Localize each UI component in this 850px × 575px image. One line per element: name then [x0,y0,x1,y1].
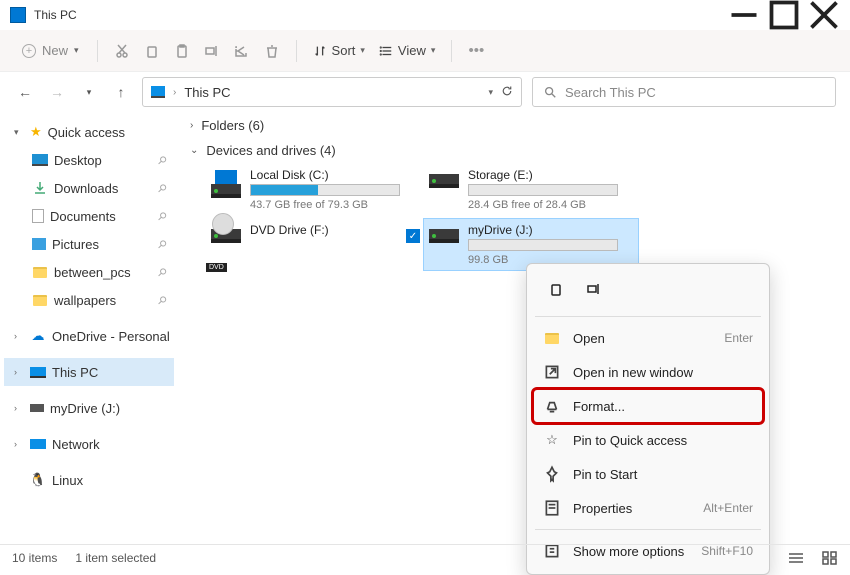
separator [535,316,761,317]
search-box[interactable]: Search This PC [532,77,836,107]
desktop-icon [32,154,48,166]
cut-icon[interactable] [108,37,136,65]
star-icon: ☆ [543,432,561,448]
drive-local-disk-c[interactable]: Local Disk (C:)43.7 GB free of 79.3 GB [206,164,420,215]
status-bar: 10 items 1 item selected [0,544,850,570]
more-icon[interactable]: ••• [462,37,490,65]
toolbar: +New▾ Sort▾ View▾ ••• [0,30,850,72]
drive-dvd-f[interactable]: DVD DVD Drive (F:) [206,219,420,270]
separator [451,40,452,62]
ctx-copy-button[interactable] [541,274,571,304]
ctx-format[interactable]: Format... [533,389,763,423]
pin-icon: ⚲ [155,209,170,224]
ctx-pin-quick[interactable]: ☆Pin to Quick access [533,423,763,457]
search-icon [543,85,557,99]
folder-open-icon [543,333,561,344]
new-button[interactable]: +New▾ [14,39,87,62]
status-selected: 1 item selected [75,551,156,565]
sort-button[interactable]: Sort▾ [307,39,371,62]
ctx-open[interactable]: OpenEnter [533,321,763,355]
separator [296,40,297,62]
folder-icon [32,293,48,307]
drive-storage-e[interactable]: Storage (E:)28.4 GB free of 28.4 GB [424,164,638,215]
sidebar-item-desktop[interactable]: Desktop⚲ [4,146,174,174]
nav-row: ← → ▾ ↑ › This PC ▾ Search This PC [0,72,850,112]
sidebar-item-downloads[interactable]: Downloads⚲ [4,174,174,202]
app-icon [10,7,26,23]
pin-icon [543,465,561,483]
linux-icon: 🐧 [30,473,46,487]
windows-drive-icon [210,168,242,194]
breadcrumb-location[interactable]: This PC [184,85,230,100]
separator [97,40,98,62]
up-button[interactable]: ↑ [110,81,132,103]
sidebar-item-between-pcs[interactable]: between_pcs⚲ [4,258,174,286]
sidebar-mydrive[interactable]: ›myDrive (J:) [4,394,174,422]
sidebar-linux[interactable]: ›🐧Linux [4,466,174,494]
separator [535,529,761,530]
pc-icon [30,367,46,378]
sidebar: ▾★Quick access Desktop⚲ Downloads⚲ Docum… [0,112,178,562]
sidebar-onedrive[interactable]: ›☁OneDrive - Personal [4,322,174,350]
address-bar[interactable]: › This PC ▾ [142,77,522,107]
pin-icon: ⚲ [155,293,170,308]
titlebar: This PC [0,0,850,30]
forward-button[interactable]: → [46,81,68,103]
group-drives[interactable]: ⌄Devices and drives (4) [182,139,846,164]
network-icon [30,439,46,449]
search-placeholder: Search This PC [565,85,656,100]
checkbox-checked-icon[interactable]: ✓ [406,229,420,243]
maximize-button[interactable] [764,0,804,30]
refresh-button[interactable] [501,85,513,100]
format-icon [543,397,561,415]
delete-icon[interactable] [258,37,286,65]
ctx-properties[interactable]: PropertiesAlt+Enter [533,491,763,525]
breadcrumb-sep: › [173,87,176,98]
copy-icon[interactable] [138,37,166,65]
sidebar-network[interactable]: ›Network [4,430,174,458]
sidebar-this-pc[interactable]: ›This PC [4,358,174,386]
properties-icon [543,499,561,517]
downloads-icon [32,181,48,195]
folder-icon [32,265,48,279]
drive-icon [30,404,44,412]
recent-button[interactable]: ▾ [78,81,100,103]
group-folders[interactable]: ›Folders (6) [182,114,846,139]
ctx-pin-start[interactable]: Pin to Start [533,457,763,491]
hdd-icon [428,223,460,249]
paste-icon[interactable] [168,37,196,65]
sidebar-item-pictures[interactable]: Pictures⚲ [4,230,174,258]
icon-view-button[interactable] [822,551,838,565]
ctx-open-new-window[interactable]: Open in new window [533,355,763,389]
rename-icon[interactable] [198,37,226,65]
onedrive-icon: ☁ [30,329,46,343]
close-button[interactable] [804,0,844,30]
hdd-icon [428,168,460,194]
sidebar-quick-access[interactable]: ▾★Quick access [4,118,174,146]
details-view-button[interactable] [788,551,804,565]
pin-icon: ⚲ [155,265,170,280]
pc-icon [151,86,165,98]
documents-icon [32,209,44,223]
address-dropdown[interactable]: ▾ [488,87,493,98]
share-icon[interactable] [228,37,256,65]
minimize-button[interactable] [724,0,764,30]
sidebar-item-wallpapers[interactable]: wallpapers⚲ [4,286,174,314]
back-button[interactable]: ← [14,81,36,103]
new-window-icon [543,363,561,381]
pin-icon: ⚲ [155,237,170,252]
pictures-icon [32,238,46,250]
view-button[interactable]: View▾ [373,39,441,62]
window-title: This PC [34,8,724,22]
ctx-rename-button[interactable] [579,274,609,304]
dvd-icon: DVD [210,223,242,249]
pin-icon: ⚲ [155,181,170,196]
sidebar-item-documents[interactable]: Documents⚲ [4,202,174,230]
context-menu: OpenEnter Open in new window Format... ☆… [526,263,770,575]
star-icon: ★ [30,124,42,140]
pin-icon: ⚲ [155,153,170,168]
status-count: 10 items [12,551,57,565]
